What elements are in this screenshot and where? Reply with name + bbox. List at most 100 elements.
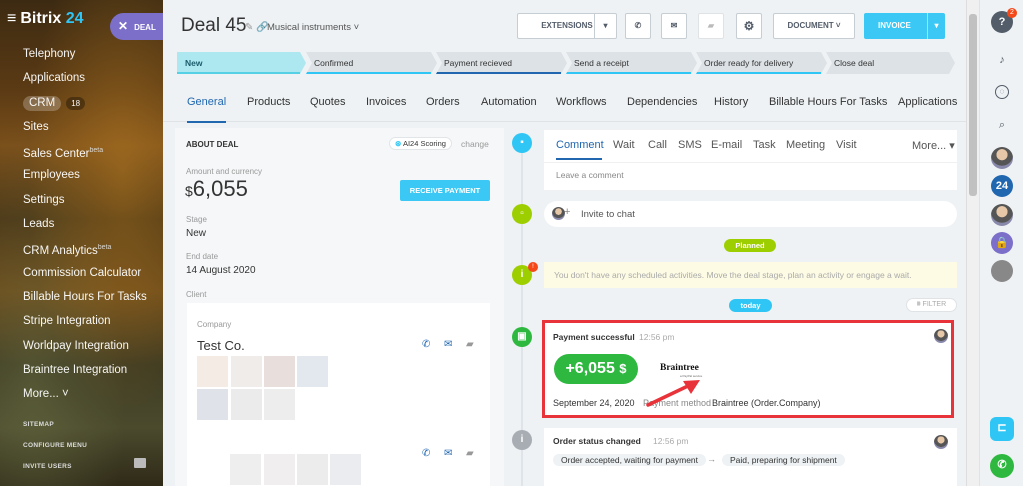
tab-email[interactable]: E-mail: [711, 139, 742, 151]
tab-applications[interactable]: Applications: [898, 94, 957, 123]
tab-sms[interactable]: SMS: [678, 139, 702, 151]
category-select[interactable]: Musical instruments ˅: [267, 22, 359, 33]
amount-value: $6,055: [185, 176, 248, 201]
mail-icon[interactable]: ✉: [661, 13, 687, 39]
tab-visit[interactable]: Visit: [836, 139, 857, 151]
page-title: Deal 45: [181, 15, 247, 36]
sidebar-item-sales-center[interactable]: Sales Centerbeta: [0, 141, 163, 165]
stage-send-receipt[interactable]: Send a receipt: [566, 52, 697, 74]
call-icon[interactable]: ✆: [990, 454, 1014, 478]
stage-label: Stage: [186, 215, 207, 224]
sidebar-item-billable-hours[interactable]: Billable Hours For Tasks: [0, 287, 163, 311]
invite-to-chat[interactable]: + Invite to chat: [544, 201, 957, 227]
sitemap-link[interactable]: SITEMAP: [0, 416, 163, 437]
configure-menu-link[interactable]: CONFIGURE MENU: [0, 437, 163, 458]
scrollbar[interactable]: [966, 0, 979, 486]
tab-comment[interactable]: Comment: [556, 139, 604, 151]
blurred-contact: [264, 389, 295, 420]
chat-icon[interactable]: ▰: [698, 13, 724, 39]
phone-icon[interactable]: ✆: [422, 448, 430, 459]
open-lines-icon[interactable]: ⊏: [990, 417, 1014, 441]
tab-wait[interactable]: Wait: [613, 139, 635, 151]
stage-confirmed[interactable]: Confirmed: [306, 52, 437, 74]
group-avatar[interactable]: [991, 204, 1013, 226]
gear-icon[interactable]: ⚙: [736, 13, 762, 39]
change-link[interactable]: change: [461, 139, 489, 149]
sidebar-item-applications[interactable]: Applications: [0, 68, 163, 92]
blurred-contact: [264, 356, 295, 387]
tab-history[interactable]: History: [714, 94, 748, 123]
tab-billable-hours[interactable]: Billable Hours For Tasks: [769, 94, 887, 123]
bitrix24-icon[interactable]: 24: [991, 175, 1013, 197]
amount-label: Amount and currency: [186, 167, 263, 176]
chat-icon[interactable]: ▰: [466, 448, 474, 459]
sidebar-item-more[interactable]: More... ˅: [0, 384, 163, 408]
filter-button[interactable]: ⩩ FILTER: [906, 298, 957, 312]
tab-call[interactable]: Call: [648, 139, 667, 151]
end-date-value: 14 August 2020: [186, 265, 256, 276]
stage-new[interactable]: New: [177, 52, 306, 74]
sidebar-item-sites[interactable]: Sites: [0, 117, 163, 141]
chevron-down-icon[interactable]: ▾: [927, 13, 945, 39]
document-button[interactable]: DOCUMENT ˅: [773, 13, 855, 39]
sidebar-item-commission-calculator[interactable]: Commission Calculator: [0, 263, 163, 287]
avatar[interactable]: [991, 147, 1013, 169]
close-deal-slider-button[interactable]: ✕ DEAL: [110, 13, 163, 40]
sidebar-item-telephony[interactable]: Telephony: [0, 44, 163, 68]
sidebar-item-settings[interactable]: Settings: [0, 190, 163, 214]
sidebar-item-crm[interactable]: CRM 18: [0, 93, 163, 117]
blurred-contact: [230, 454, 261, 485]
lock-icon[interactable]: 🔒: [991, 232, 1013, 254]
chat-icon[interactable]: ▰: [466, 339, 474, 350]
order-status-card: Order status changed 12:56 pm Order acce…: [544, 428, 957, 486]
phone-icon[interactable]: ✆: [625, 13, 651, 39]
extensions-button[interactable]: EXTENSIONS ▾: [517, 13, 617, 39]
sidebar-item-stripe[interactable]: Stripe Integration: [0, 311, 163, 335]
sidebar-item-worldpay[interactable]: Worldpay Integration: [0, 336, 163, 360]
tab-products[interactable]: Products: [247, 94, 290, 123]
sidebar-item-employees[interactable]: Employees: [0, 165, 163, 189]
tab-invoices[interactable]: Invoices: [366, 94, 406, 123]
scrollbar-thumb[interactable]: [969, 14, 977, 196]
stage-payment-received[interactable]: Payment recieved: [436, 52, 567, 74]
receive-payment-button[interactable]: RECEIVE PAYMENT: [400, 180, 490, 201]
tab-task[interactable]: Task: [753, 139, 776, 151]
company-name[interactable]: Test Co.: [197, 338, 245, 353]
stage-close-deal[interactable]: Close deal: [826, 52, 955, 74]
sidebar-item-braintree[interactable]: Braintree Integration: [0, 360, 163, 384]
ai-scoring-badge[interactable]: ⊛ AI24 Scoring: [389, 137, 452, 150]
chat-icon: ▫: [512, 204, 532, 224]
arrow-right-icon: →: [707, 454, 716, 464]
planned-badge: Planned: [724, 239, 776, 252]
comment-input[interactable]: Leave a comment: [556, 170, 624, 180]
tab-dependencies[interactable]: Dependencies: [627, 94, 697, 123]
tab-general[interactable]: General: [187, 94, 227, 123]
blurred-contact: [231, 356, 262, 387]
sidebar-item-crm-analytics[interactable]: CRM Analyticsbeta: [0, 238, 163, 262]
invoice-button[interactable]: INVOICE ▾: [864, 13, 945, 39]
bell-icon[interactable]: ♪: [991, 49, 1013, 71]
bitrix24-logo[interactable]: ≡ Bitrix 24: [7, 10, 84, 28]
tab-quotes[interactable]: Quotes: [310, 94, 345, 123]
tab-automation[interactable]: Automation: [481, 94, 537, 123]
stage-order-ready[interactable]: Order ready for delivery: [696, 52, 827, 74]
mail-icon[interactable]: ✉: [444, 339, 452, 350]
annotation-arrow: [646, 380, 700, 407]
tab-workflows[interactable]: Workflows: [556, 94, 607, 123]
tab-orders[interactable]: Orders: [426, 94, 460, 123]
photo-avatar[interactable]: [991, 260, 1013, 282]
tab-meeting[interactable]: Meeting: [786, 139, 825, 151]
phone-icon[interactable]: ✆: [422, 339, 430, 350]
menu-icon[interactable]: ≡: [7, 10, 16, 27]
search-icon[interactable]: ⌕: [991, 114, 1013, 136]
tab-more[interactable]: More... ▾: [912, 139, 955, 152]
mail-icon[interactable]: ✉: [444, 448, 452, 459]
sidebar-item-leads[interactable]: Leads: [0, 214, 163, 238]
payment-amount-pill: +6,055 $: [554, 354, 638, 384]
edit-icon[interactable]: ✎ 🔗: [245, 22, 269, 33]
payment-date: September 24, 2020: [553, 398, 635, 408]
chat-icon[interactable]: ◌: [995, 85, 1009, 99]
crm-count-badge: 18: [66, 96, 86, 110]
print-icon[interactable]: [134, 458, 146, 468]
deal-tabs: General Products Quotes Invoices Orders …: [163, 92, 966, 123]
